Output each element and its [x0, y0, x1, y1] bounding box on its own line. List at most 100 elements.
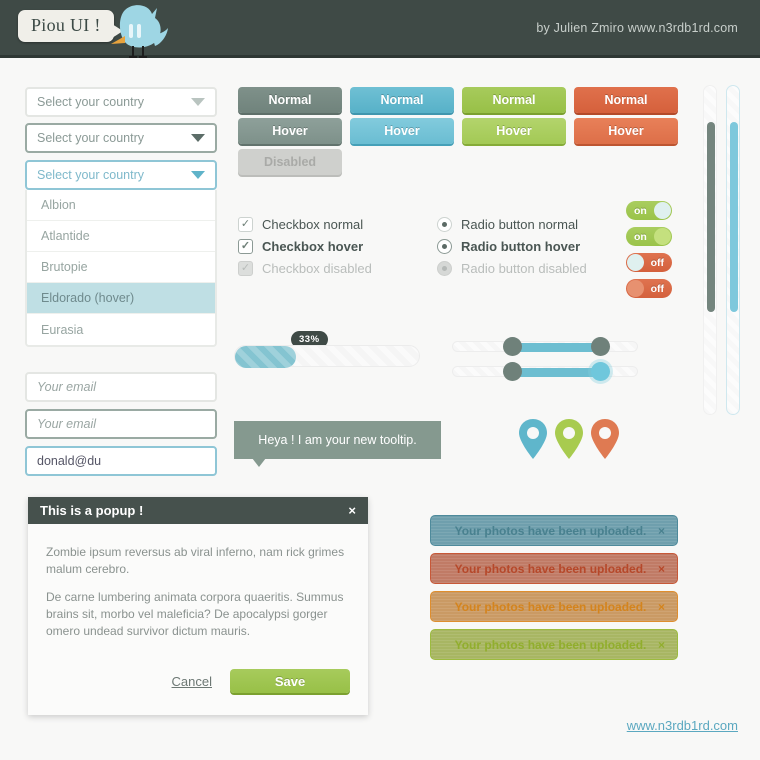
toggle-label: on — [634, 230, 647, 243]
button-label: Hover — [608, 124, 644, 138]
map-pin-blue-icon[interactable] — [518, 418, 548, 460]
button-label: Normal — [268, 93, 312, 107]
speech-bubble: Piou UI ! — [18, 10, 123, 42]
slider-handle-left[interactable] — [503, 337, 522, 356]
slider-fill — [511, 368, 600, 377]
email-input-normal[interactable]: Your email — [25, 372, 217, 402]
alert-orange: Your photos have been uploaded. × — [430, 591, 678, 622]
dropdown-option-atlantide[interactable]: Atlantide — [27, 221, 215, 252]
dropdown-option-brutopie[interactable]: Brutopie — [27, 252, 215, 283]
close-icon[interactable]: × — [658, 638, 665, 652]
toggle-knob[interactable] — [654, 202, 671, 219]
option-label: Atlantide — [41, 229, 90, 243]
button-grey-hover[interactable]: Hover — [238, 118, 342, 144]
toggle-on-hover[interactable]: on — [626, 227, 672, 246]
radio-label: Radio button hover — [461, 239, 581, 254]
select-country-open[interactable]: Select your country — [25, 160, 217, 190]
scrollbar-thumb[interactable] — [730, 122, 738, 312]
toggle-on-normal[interactable]: on — [626, 201, 672, 220]
checkbox-icon[interactable]: ✓ — [238, 239, 253, 254]
button-green-normal[interactable]: Normal — [462, 87, 566, 113]
alert-message: Your photos have been uploaded. — [454, 599, 647, 614]
credit-text: by Julien Zmiro www.n3rdb1rd.com — [536, 21, 738, 35]
toggle-knob[interactable] — [627, 254, 644, 271]
button-disabled: Disabled — [238, 149, 342, 175]
chevron-down-icon — [191, 134, 205, 142]
option-label: Albion — [41, 198, 76, 212]
range-slider-top[interactable] — [452, 337, 638, 356]
button-red-normal[interactable]: Normal — [574, 87, 678, 113]
button-label: Normal — [380, 93, 424, 107]
alert-green: Your photos have been uploaded. × — [430, 629, 678, 660]
alert-message: Your photos have been uploaded. — [454, 523, 647, 538]
button-red-hover[interactable]: Hover — [574, 118, 678, 144]
button-green-hover[interactable]: Hover — [462, 118, 566, 144]
email-input-focused[interactable]: donald@du — [25, 446, 217, 476]
radio-label: Radio button normal — [461, 217, 579, 232]
radio-dot — [442, 266, 447, 271]
tooltip-box: Heya ! I am your new tooltip. — [234, 421, 441, 467]
button-blue-normal[interactable]: Normal — [350, 87, 454, 113]
footer-website-link[interactable]: www.n3rdb1rd.com — [627, 718, 738, 733]
popup-header: This is a popup ! × — [28, 497, 368, 524]
email-input-value: Your email — [37, 380, 97, 394]
popup-paragraph: Zombie ipsum reversus ab viral inferno, … — [46, 545, 345, 576]
popup-dialog: This is a popup ! × Zombie ipsum reversu… — [28, 497, 368, 715]
range-slider-bottom[interactable] — [452, 362, 638, 381]
checkbox-label: Checkbox normal — [262, 217, 364, 232]
button-grey-normal[interactable]: Normal — [238, 87, 342, 113]
select-label: Select your country — [37, 131, 144, 145]
radio-row-hover[interactable]: Radio button hover — [437, 239, 580, 254]
toggle-knob[interactable] — [654, 228, 671, 245]
select-label: Select your country — [37, 168, 144, 182]
close-icon[interactable]: × — [658, 562, 665, 576]
scrollbar-thumb[interactable] — [707, 122, 715, 312]
checkbox-row-disabled: ✓ Checkbox disabled — [238, 261, 372, 276]
checkbox-label: Checkbox disabled — [262, 261, 372, 276]
chevron-down-icon — [191, 171, 205, 179]
dropdown-option-eldorado[interactable]: Eldorado (hover) — [27, 283, 215, 314]
map-pin-orange-icon[interactable] — [590, 418, 620, 460]
radio-dot — [442, 244, 447, 249]
progress-bar-track — [234, 345, 420, 368]
dropdown-options-list[interactable]: Albion Atlantide Brutopie Eldorado (hove… — [25, 190, 217, 347]
toggle-off-hover[interactable]: off — [626, 279, 672, 298]
bird-mascot-icon — [111, 5, 168, 58]
slider-handle-left[interactable] — [503, 362, 522, 381]
toggle-off-normal[interactable]: off — [626, 253, 672, 272]
speech-bubble-label: Piou UI ! — [31, 15, 101, 35]
button-blue-hover[interactable]: Hover — [350, 118, 454, 144]
select-label: Select your country — [37, 95, 144, 109]
email-input-hover[interactable]: Your email — [25, 409, 217, 439]
radio-icon[interactable] — [437, 217, 452, 232]
scrollbar-blue[interactable] — [726, 85, 740, 415]
radio-row-normal[interactable]: Radio button normal — [437, 217, 578, 232]
close-icon[interactable]: × — [658, 524, 665, 538]
dropdown-option-albion[interactable]: Albion — [27, 190, 215, 221]
button-label: Hover — [384, 124, 420, 138]
slider-handle-right[interactable] — [591, 337, 610, 356]
map-pin-green-icon[interactable] — [554, 418, 584, 460]
save-button[interactable]: Save — [230, 669, 350, 693]
checkbox-row-hover[interactable]: ✓ Checkbox hover — [238, 239, 363, 254]
radio-icon[interactable] — [437, 239, 452, 254]
toggle-knob[interactable] — [627, 280, 644, 297]
cancel-button[interactable]: Cancel — [172, 674, 212, 689]
button-label: Hover — [496, 124, 532, 138]
progress-percent-label: 33% — [299, 334, 320, 345]
checkbox-row-normal[interactable]: ✓ Checkbox normal — [238, 217, 363, 232]
select-country-normal[interactable]: Select your country — [25, 87, 217, 117]
dropdown-option-eurasia[interactable]: Eurasia — [27, 314, 215, 345]
close-icon[interactable]: × — [658, 600, 665, 614]
button-label: Disabled — [263, 155, 317, 169]
slider-handle-right-active[interactable] — [591, 362, 610, 381]
progress-bar-fill — [235, 346, 296, 368]
select-country-hover[interactable]: Select your country — [25, 123, 217, 153]
header-bar: Piou UI ! by Julien Zmiro www.n3rdb1rd.c… — [0, 0, 760, 58]
checkbox-icon[interactable]: ✓ — [238, 217, 253, 232]
save-button-label: Save — [274, 673, 306, 689]
scrollbar-grey[interactable] — [703, 85, 717, 415]
alert-message: Your photos have been uploaded. — [454, 637, 647, 652]
alert-message: Your photos have been uploaded. — [454, 561, 647, 576]
close-icon[interactable]: × — [348, 503, 356, 518]
